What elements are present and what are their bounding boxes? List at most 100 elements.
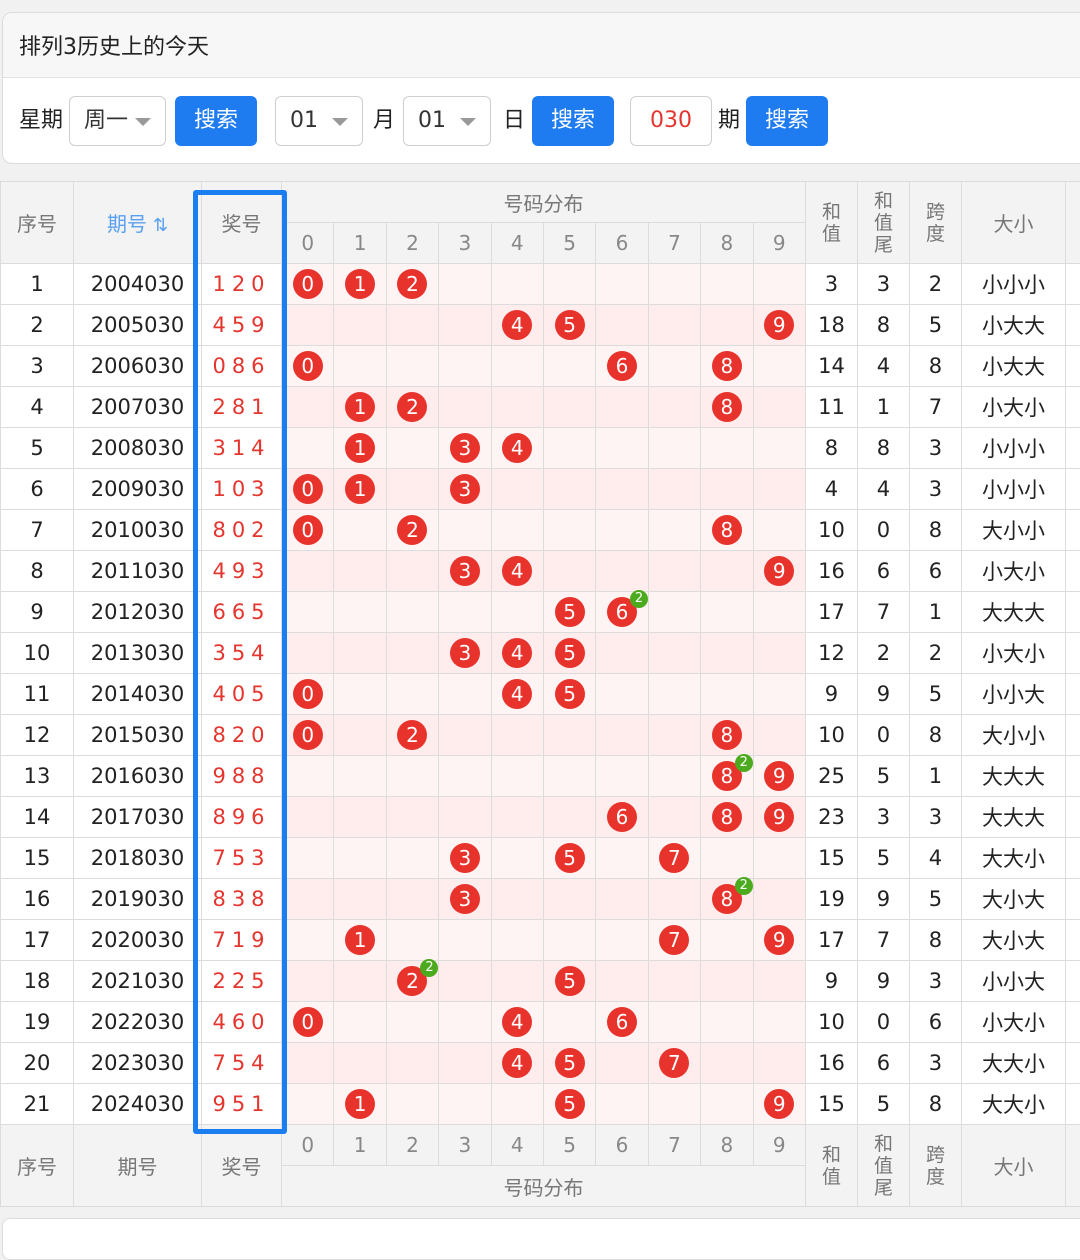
ball-digit: 6 [607,351,637,381]
dist-cell [386,920,438,961]
dist-cell [648,674,700,715]
row-sum: 15 [805,838,857,879]
dist-cell [491,879,543,920]
row-span: 4 [909,838,961,879]
week-search-button[interactable]: 搜索 [175,96,257,146]
row-prize: 314 [202,428,282,469]
dist-cell [334,592,386,633]
row-period: 2012030 [74,592,202,633]
ball-digit: 4 [502,1048,532,1078]
ball-digit: 1 [345,1089,375,1119]
row-period: 2016030 [74,756,202,797]
row-seq: 3 [1,346,74,387]
row-span: 3 [909,797,961,838]
row-seq: 16 [1,879,74,920]
row-period: 2010030 [74,510,202,551]
dist-cell [753,264,805,305]
dist-cell [596,961,648,1002]
period-search-button[interactable]: 搜索 [746,96,828,146]
dist-cell: 8 [701,346,753,387]
dist-cell [386,797,438,838]
dist-cell [753,1002,805,1043]
dist-cell [439,961,491,1002]
header-prize: 奖号 [202,182,282,264]
row-period: 2008030 [74,428,202,469]
row-sum: 12 [805,633,857,674]
ball-digit: 4 [502,638,532,668]
month-select[interactable]: 01 [275,96,363,146]
row-sum-tail: 0 [857,1002,909,1043]
row-sum: 16 [805,1043,857,1084]
table-row: 112014030405045995小小大 [1,674,1080,715]
row-sum-tail: 8 [857,428,909,469]
row-extra [1065,551,1080,592]
period-input[interactable]: 030 [630,96,712,146]
row-size: 小小小 [961,469,1065,510]
dist-cell: 2 [386,387,438,428]
row-period: 2020030 [74,920,202,961]
dist-cell [701,428,753,469]
row-prize: 086 [202,346,282,387]
ball-digit: 9 [764,556,794,586]
dist-cell: 8 [701,715,753,756]
dist-cell: 3 [439,879,491,920]
row-extra [1065,920,1080,961]
date-search-button[interactable]: 搜索 [532,96,614,146]
row-extra [1065,592,1080,633]
dist-cell [282,428,334,469]
dist-cell [648,756,700,797]
dist-cell [596,469,648,510]
row-sum-tail: 3 [857,797,909,838]
row-size: 大大小 [961,838,1065,879]
row-period: 2004030 [74,264,202,305]
footer-extra [1065,1125,1080,1207]
dist-cell [648,633,700,674]
row-size: 小小大 [961,674,1065,715]
dist-cell [439,715,491,756]
history-table: 序号 期号⇅ 奖号 号码分布 和值 和值尾 跨度 大小 0123456789 1… [0,181,1080,1207]
ball-digit: 5 [555,679,585,709]
row-seq: 14 [1,797,74,838]
dist-cell [334,633,386,674]
day-select[interactable]: 01 [403,96,491,146]
footer-sum: 和值 [805,1125,857,1207]
dist-cell [439,510,491,551]
row-period: 2022030 [74,1002,202,1043]
dist-cell: 5 [543,961,595,1002]
dist-cell [282,838,334,879]
dist-cell [648,715,700,756]
dist-cell: 3 [439,469,491,510]
ball-digit: 0 [293,474,323,504]
ball-digit: 3 [450,638,480,668]
row-size: 小大小 [961,633,1065,674]
dist-cell: 9 [753,756,805,797]
week-select[interactable]: 周一 [69,96,166,146]
row-span: 3 [909,469,961,510]
row-size: 小小小 [961,264,1065,305]
dist-cell [701,920,753,961]
ball-digit: 3 [450,843,480,873]
dist-cell [439,756,491,797]
row-extra [1065,1084,1080,1125]
ball-digit: 0 [293,679,323,709]
sort-icon[interactable]: ⇅ [153,215,168,236]
header-period[interactable]: 期号 ⇅ [74,182,202,264]
row-sum-tail: 8 [857,305,909,346]
dist-cell [648,1084,700,1125]
row-extra [1065,346,1080,387]
dist-cell: 4 [491,551,543,592]
row-sum-tail: 9 [857,879,909,920]
footer-digit: 8 [701,1125,753,1166]
dist-cell [334,551,386,592]
dist-cell [701,551,753,592]
dist-cell [386,1043,438,1084]
header-period-label: 期号 [107,212,147,236]
row-size: 大小大 [961,879,1065,920]
dist-cell: 1 [334,428,386,469]
ball-digit: 9 [764,802,794,832]
dist-cell: 5 [543,1043,595,1084]
dist-cell: 9 [753,305,805,346]
row-sum: 14 [805,346,857,387]
row-span: 8 [909,920,961,961]
table-row: 720100308020281008大小小 [1,510,1080,551]
